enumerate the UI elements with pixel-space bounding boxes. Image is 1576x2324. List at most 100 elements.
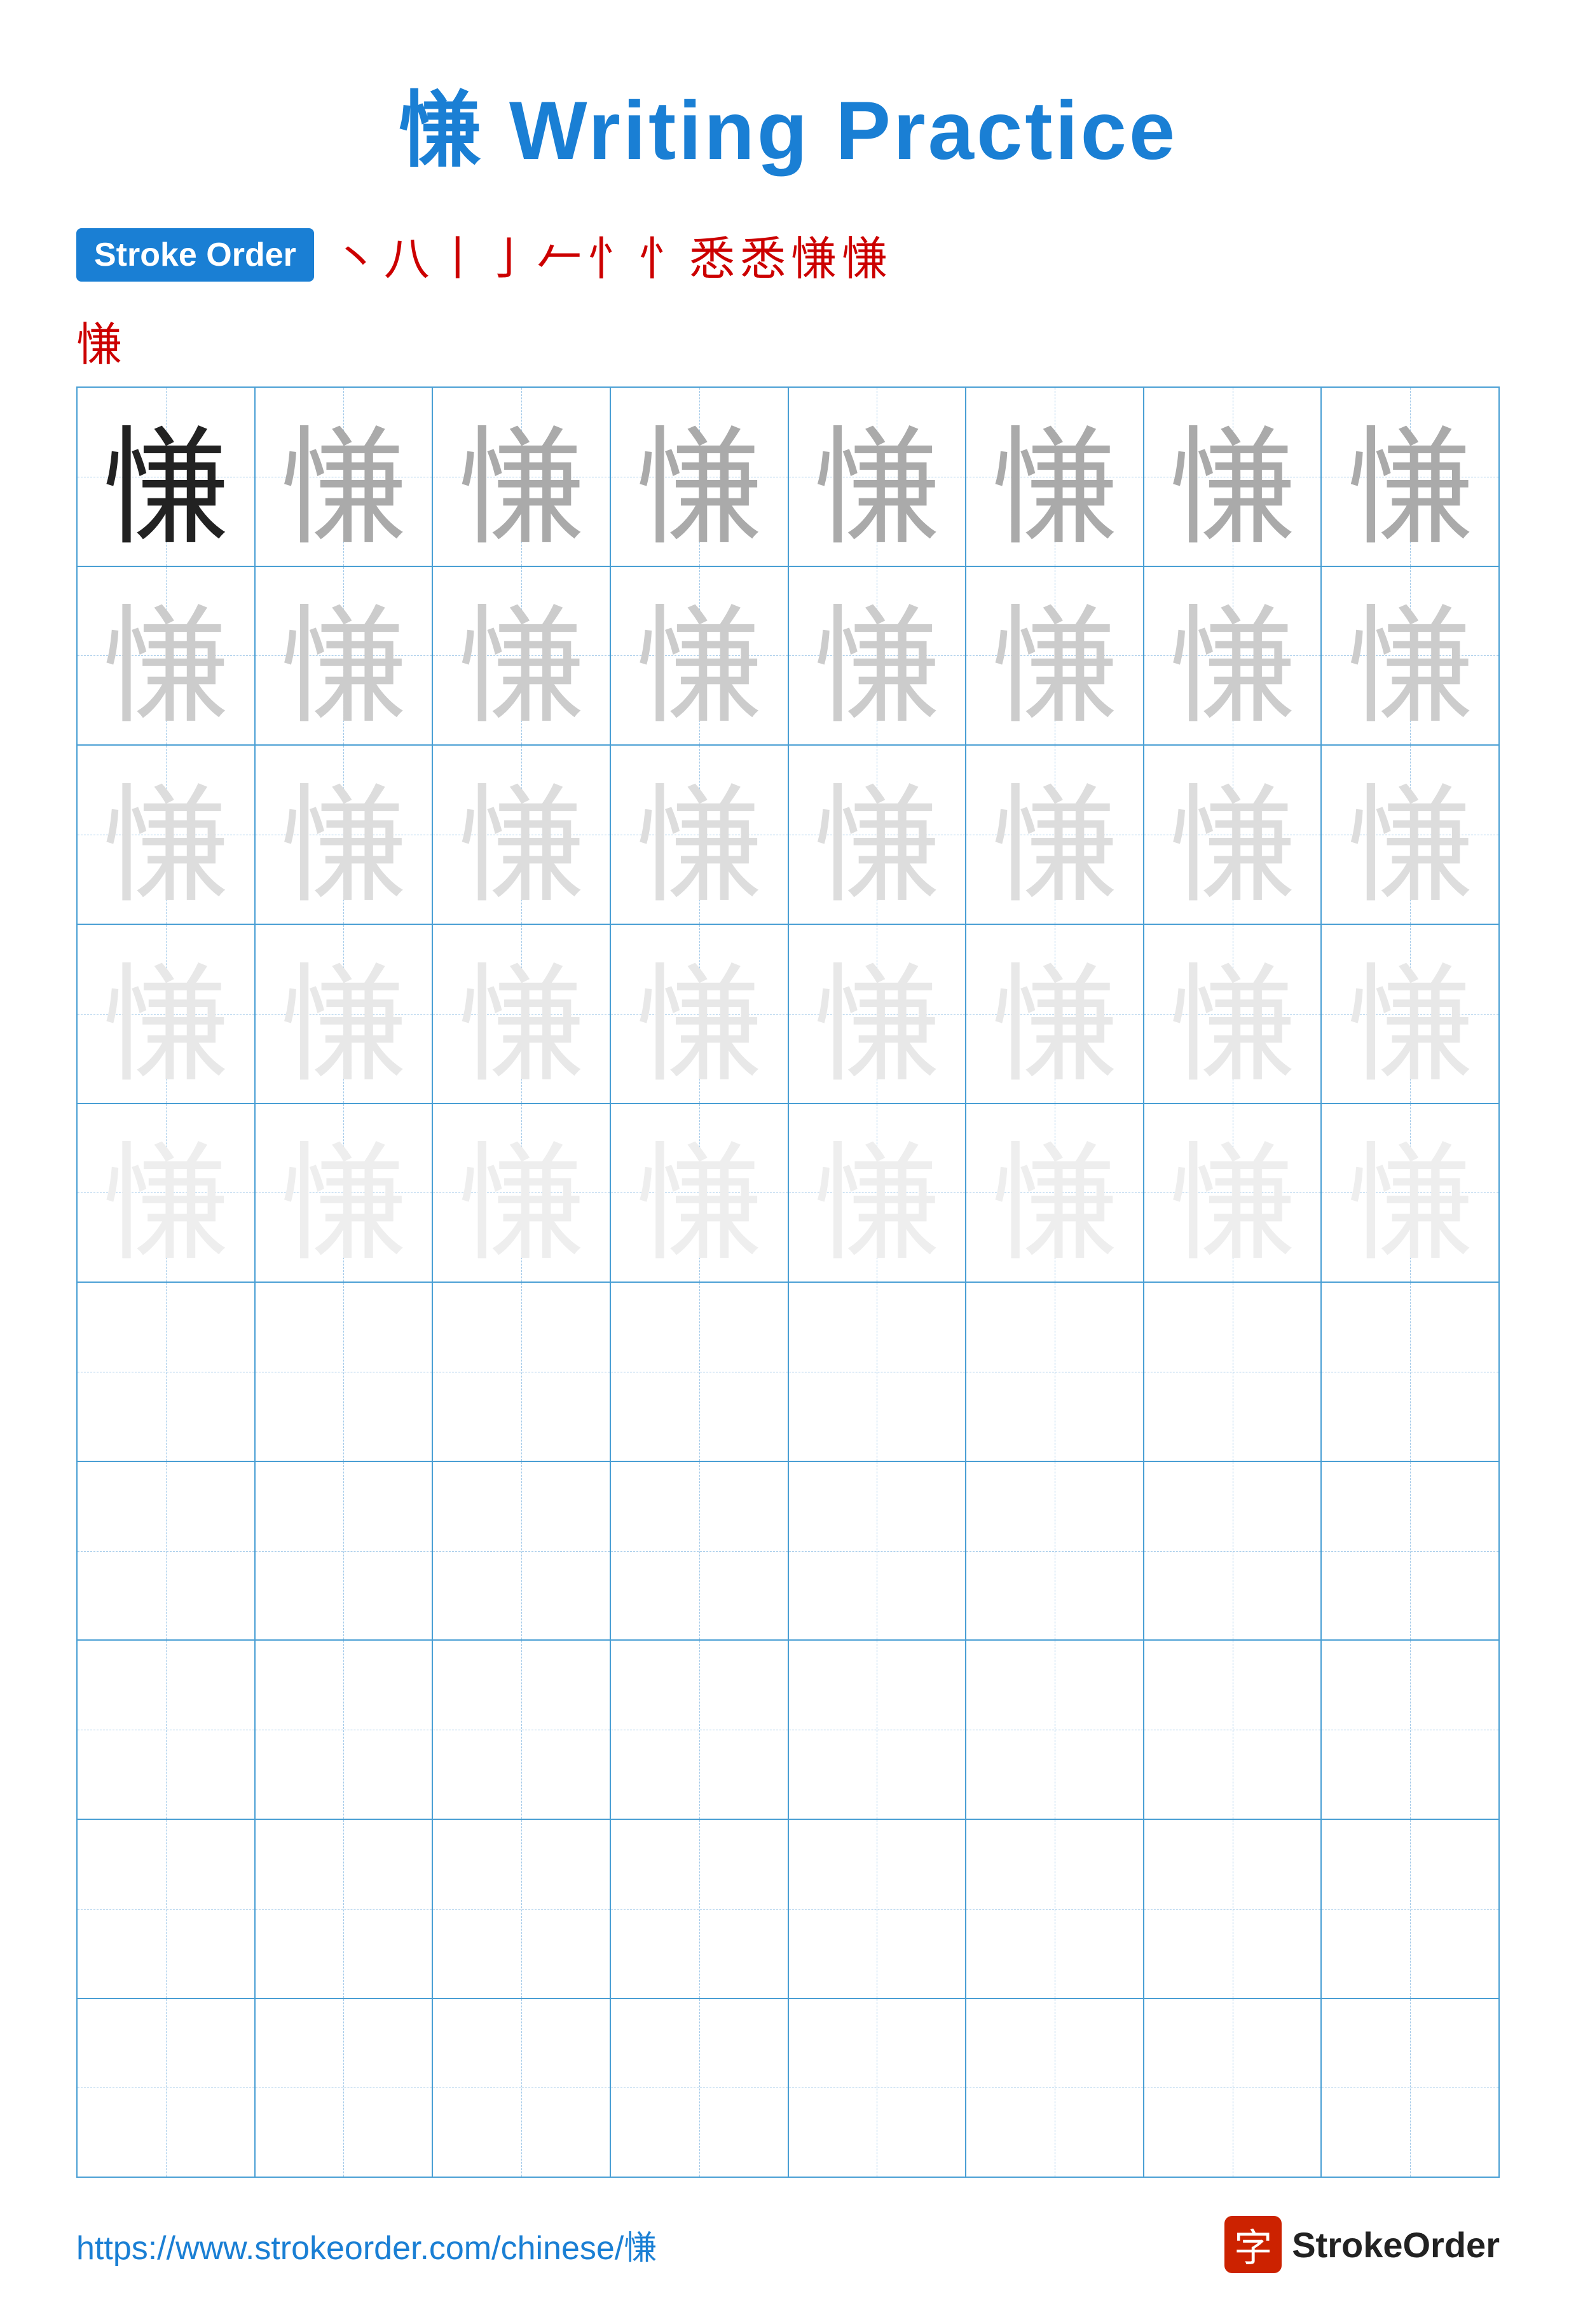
cell-1-4: 慊 — [611, 388, 789, 566]
cell-2-3: 慊 — [433, 567, 611, 745]
stroke-1: 丶 — [333, 221, 379, 288]
cell-1-3: 慊 — [433, 388, 611, 566]
char-1-6: 慊 — [991, 388, 1118, 566]
cell-4-5: 慊 — [789, 925, 967, 1103]
cell-9-7 — [1144, 1820, 1322, 1998]
cell-10-1 — [78, 1999, 256, 2177]
cell-7-7 — [1144, 1462, 1322, 1640]
cell-4-4: 慊 — [611, 925, 789, 1103]
cell-6-2 — [256, 1283, 434, 1461]
cell-8-2 — [256, 1641, 434, 1819]
stroke-4: 亅 — [486, 221, 531, 288]
cell-1-1: 慊 — [78, 388, 256, 566]
cell-10-3 — [433, 1999, 611, 2177]
cell-5-6: 慊 — [966, 1104, 1144, 1282]
cell-2-7: 慊 — [1144, 567, 1322, 745]
char-1-1: 慊 — [102, 388, 230, 566]
char-4-1: 慊 — [102, 925, 230, 1103]
stroke-6: 忄 — [587, 221, 633, 288]
cell-3-8: 慊 — [1322, 746, 1498, 924]
cell-9-5 — [789, 1820, 967, 1998]
cell-9-3 — [433, 1820, 611, 1998]
cell-5-1: 慊 — [78, 1104, 256, 1282]
cell-4-7: 慊 — [1144, 925, 1322, 1103]
cell-4-2: 慊 — [256, 925, 434, 1103]
cell-8-7 — [1144, 1641, 1322, 1819]
cell-5-5: 慊 — [789, 1104, 967, 1282]
cell-10-5 — [789, 1999, 967, 2177]
stroke-order-section: Stroke Order 丶 八 丨 亅 𠂉 忄 忄 悉 悉 慊 慊 — [76, 221, 1500, 288]
stroke-5: 𠂉 — [537, 221, 582, 288]
cell-7-1 — [78, 1462, 256, 1640]
char-3-6: 慊 — [991, 746, 1118, 924]
cell-6-3 — [433, 1283, 611, 1461]
cell-4-6: 慊 — [966, 925, 1144, 1103]
char-2-2: 慊 — [280, 567, 407, 745]
page-title: 慊 Writing Practice — [399, 64, 1177, 183]
cell-2-5: 慊 — [789, 567, 967, 745]
cell-1-6: 慊 — [966, 388, 1144, 566]
cell-3-6: 慊 — [966, 746, 1144, 924]
char-3-7: 慊 — [1169, 746, 1296, 924]
cell-10-8 — [1322, 1999, 1498, 2177]
cell-5-8: 慊 — [1322, 1104, 1498, 1282]
cell-1-5: 慊 — [789, 388, 967, 566]
char-1-8: 慊 — [1346, 388, 1474, 566]
cell-3-7: 慊 — [1144, 746, 1322, 924]
cell-7-3 — [433, 1462, 611, 1640]
final-char: 慊 — [76, 320, 122, 371]
cell-9-2 — [256, 1820, 434, 1998]
char-3-8: 慊 — [1346, 746, 1474, 924]
stroke-8: 悉 — [689, 221, 735, 288]
cell-8-8 — [1322, 1641, 1498, 1819]
char-5-3: 慊 — [458, 1104, 585, 1282]
char-2-4: 慊 — [636, 567, 763, 745]
char-5-2: 慊 — [280, 1104, 407, 1282]
char-1-5: 慊 — [813, 388, 940, 566]
char-4-4: 慊 — [636, 925, 763, 1103]
grid-row-5: 慊 慊 慊 慊 慊 慊 慊 慊 — [78, 1104, 1498, 1283]
char-4-2: 慊 — [280, 925, 407, 1103]
stroke-2: 八 — [384, 221, 430, 288]
cell-7-5 — [789, 1462, 967, 1640]
char-3-2: 慊 — [280, 746, 407, 924]
char-5-7: 慊 — [1169, 1104, 1296, 1282]
cell-5-2: 慊 — [256, 1104, 434, 1282]
stroke-3: 丨 — [435, 221, 481, 288]
char-2-7: 慊 — [1169, 567, 1296, 745]
cell-3-4: 慊 — [611, 746, 789, 924]
char-2-5: 慊 — [813, 567, 940, 745]
practice-grid: 慊 慊 慊 慊 慊 慊 慊 慊 慊 慊 慊 慊 慊 慊 慊 慊 慊 慊 慊 慊 … — [76, 386, 1500, 2178]
cell-2-1: 慊 — [78, 567, 256, 745]
grid-row-1: 慊 慊 慊 慊 慊 慊 慊 慊 — [78, 388, 1498, 567]
char-5-6: 慊 — [991, 1104, 1118, 1282]
cell-6-7 — [1144, 1283, 1322, 1461]
grid-row-8 — [78, 1641, 1498, 1820]
char-5-1: 慊 — [102, 1104, 230, 1282]
cell-5-4: 慊 — [611, 1104, 789, 1282]
grid-row-10 — [78, 1999, 1498, 2177]
cell-6-5 — [789, 1283, 967, 1461]
char-4-3: 慊 — [458, 925, 585, 1103]
char-1-3: 慊 — [458, 388, 585, 566]
stroke-7: 忄 — [638, 221, 684, 288]
stroke-11: 慊 — [842, 221, 887, 288]
grid-row-7 — [78, 1462, 1498, 1641]
char-4-8: 慊 — [1346, 925, 1474, 1103]
cell-2-2: 慊 — [256, 567, 434, 745]
cell-7-4 — [611, 1462, 789, 1640]
cell-2-8: 慊 — [1322, 567, 1498, 745]
char-2-6: 慊 — [991, 567, 1118, 745]
cell-8-6 — [966, 1641, 1144, 1819]
cell-8-3 — [433, 1641, 611, 1819]
char-5-4: 慊 — [636, 1104, 763, 1282]
footer-logo-char: 字 — [1234, 2217, 1272, 2273]
cell-4-8: 慊 — [1322, 925, 1498, 1103]
cell-6-8 — [1322, 1283, 1498, 1461]
cell-9-8 — [1322, 1820, 1498, 1998]
cell-9-4 — [611, 1820, 789, 1998]
cell-3-1: 慊 — [78, 746, 256, 924]
cell-1-2: 慊 — [256, 388, 434, 566]
char-3-4: 慊 — [636, 746, 763, 924]
grid-row-9 — [78, 1820, 1498, 1999]
